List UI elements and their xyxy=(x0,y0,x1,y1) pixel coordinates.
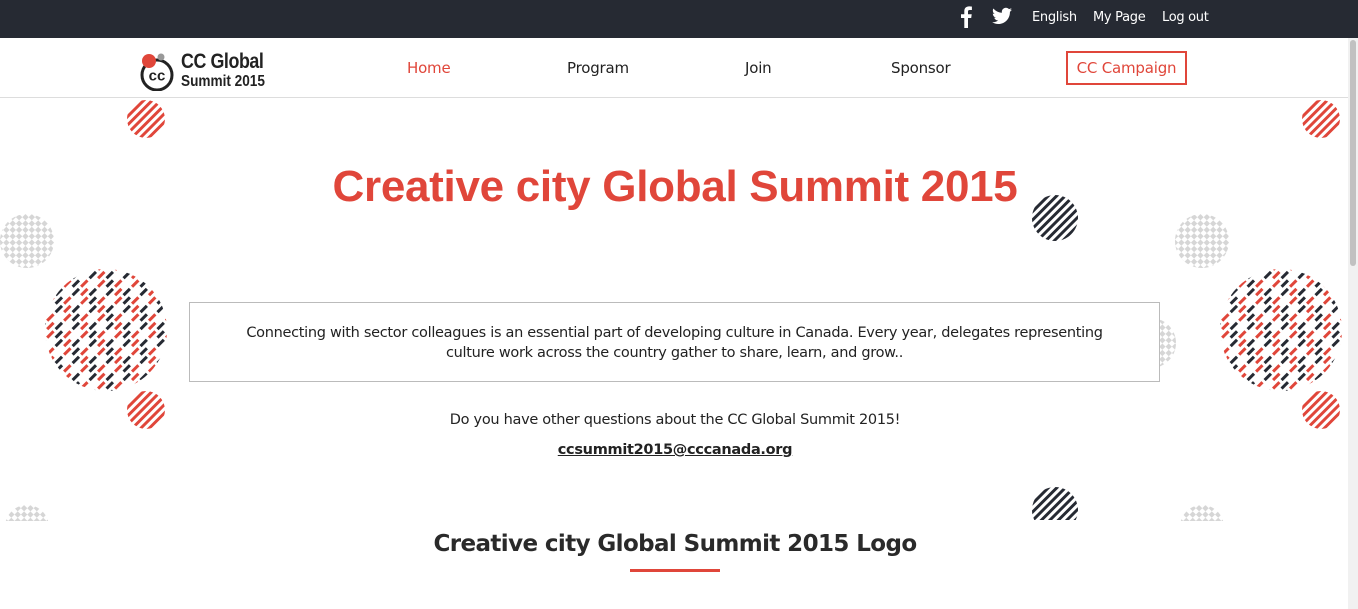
hero-title: Creative city Global Summit 2015 xyxy=(332,162,1018,211)
nav-home[interactable]: Home xyxy=(407,59,451,77)
nav-join[interactable]: Join xyxy=(745,59,772,77)
my-page-link[interactable]: My Page xyxy=(1093,10,1146,25)
language-link[interactable]: English xyxy=(1032,10,1077,25)
twitter-icon[interactable] xyxy=(992,7,1012,25)
logo-line2: Summit 2015 xyxy=(181,73,265,90)
svg-text:cc: cc xyxy=(149,68,166,85)
cc-campaign-button[interactable]: CC Campaign xyxy=(1066,51,1187,85)
decor-red-stripe-circle-icon xyxy=(1302,391,1340,429)
decor-gray-check-circle-icon xyxy=(1175,214,1229,268)
decor-gray-check-circle-icon xyxy=(5,505,49,521)
site-logo[interactable]: cc CC Global Summit 2015 xyxy=(139,45,279,93)
page-scrollbar[interactable] xyxy=(1348,38,1358,609)
decor-gray-check-circle-icon xyxy=(1180,505,1224,521)
contact-email-link[interactable]: ccsummit2015@cccanada.org xyxy=(500,442,850,458)
logout-link[interactable]: Log out xyxy=(1162,10,1209,25)
decor-dark-stripe-circle-icon xyxy=(1032,195,1078,241)
top-bar: English My Page Log out xyxy=(0,0,1358,38)
facebook-icon[interactable] xyxy=(959,6,973,28)
contact-question: Do you have other questions about the CC… xyxy=(449,412,901,428)
logo-section-title: Creative city Global Summit 2015 Logo xyxy=(433,531,917,557)
nav-sponsor[interactable]: Sponsor xyxy=(891,59,951,77)
intro-box: Connecting with sector colleagues is an … xyxy=(189,302,1160,382)
decor-red-stripe-circle-icon xyxy=(127,391,165,429)
logo-mark-icon: cc xyxy=(140,53,174,91)
nav-program[interactable]: Program xyxy=(567,59,629,77)
decor-gray-check-circle-icon xyxy=(0,214,54,268)
intro-text: Connecting with sector colleagues is an … xyxy=(246,325,1103,361)
logo-line1: CC Global xyxy=(181,50,264,73)
scrollbar-thumb[interactable] xyxy=(1350,40,1356,266)
decor-dash-pattern-circle-icon xyxy=(1220,269,1342,391)
decor-red-stripe-circle-icon xyxy=(1302,100,1340,138)
decor-dash-pattern-circle-icon xyxy=(45,269,167,391)
decor-red-stripe-circle-icon xyxy=(127,100,165,138)
section-title-underline xyxy=(630,569,720,572)
main-nav: cc CC Global Summit 2015 Home Program Jo… xyxy=(0,38,1348,98)
decor-dark-stripe-circle-icon xyxy=(1032,487,1078,520)
